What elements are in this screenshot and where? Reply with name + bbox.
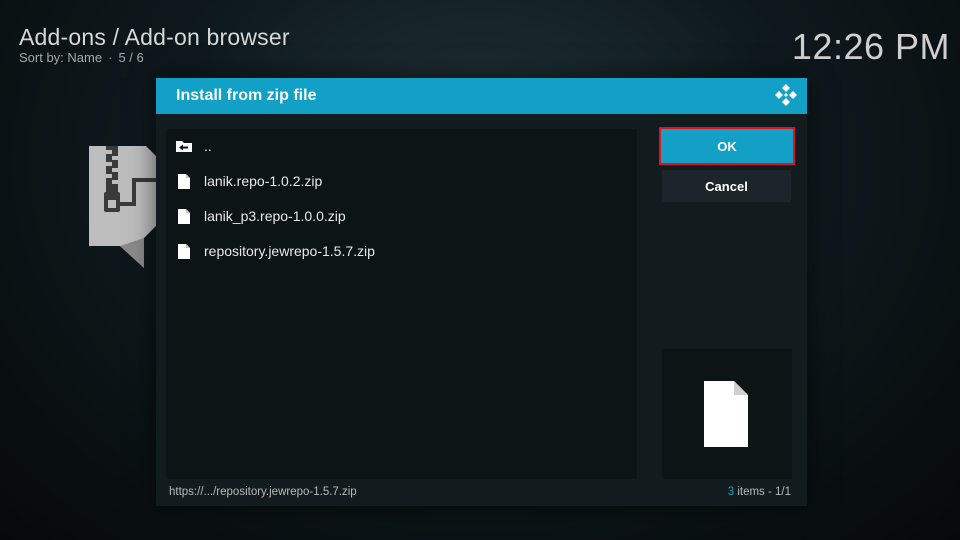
ok-button-label: OK — [662, 130, 792, 162]
list-item-label: .. — [204, 138, 212, 154]
dialog-title: Install from zip file — [176, 87, 317, 104]
list-item-label: lanik_p3.repo-1.0.0.zip — [204, 208, 346, 224]
list-item-file[interactable]: lanik_p3.repo-1.0.0.zip — [166, 199, 637, 233]
file-icon — [175, 172, 193, 190]
list-item-parent[interactable]: .. — [166, 129, 637, 163]
list-item-label: lanik.repo-1.0.2.zip — [204, 173, 323, 189]
sort-label: Sort by: Name — [19, 50, 103, 65]
footer-item-count: 3 items - 1/1 — [728, 486, 791, 498]
cancel-button[interactable]: Cancel — [662, 170, 791, 202]
file-icon — [175, 207, 193, 225]
footer-path: https://.../repository.jewrepo-1.5.7.zip — [169, 486, 357, 498]
file-thumbnail-panel — [662, 349, 792, 479]
ok-button[interactable]: OK — [659, 127, 795, 165]
list-item-file[interactable]: repository.jewrepo-1.5.7.zip — [166, 234, 637, 268]
large-file-icon — [704, 381, 748, 447]
install-zip-dialog: Install from zip file .. lanik.repo-1.0.… — [156, 78, 807, 506]
file-list: .. lanik.repo-1.0.2.zip lanik_p3.repo-1.… — [166, 129, 637, 479]
list-item-label: repository.jewrepo-1.5.7.zip — [204, 243, 375, 259]
item-count-suffix: items - 1/1 — [737, 486, 791, 498]
clock: 12:26 PM — [791, 26, 950, 67]
list-item-file[interactable]: lanik.repo-1.0.2.zip — [166, 164, 637, 198]
kodi-logo-icon — [773, 83, 799, 109]
header-sort-info: Sort by: Name · 5 / 6 — [19, 50, 144, 65]
position-indicator: 5 / 6 — [118, 50, 144, 65]
file-icon — [175, 242, 193, 260]
item-count-number: 3 — [727, 486, 735, 498]
dialog-titlebar: Install from zip file — [156, 78, 807, 114]
separator-dot: · — [108, 50, 113, 65]
header-title: Add-ons / Add-on browser — [19, 24, 290, 50]
folder-back-icon — [175, 137, 193, 155]
zip-addon-icon — [86, 142, 161, 270]
